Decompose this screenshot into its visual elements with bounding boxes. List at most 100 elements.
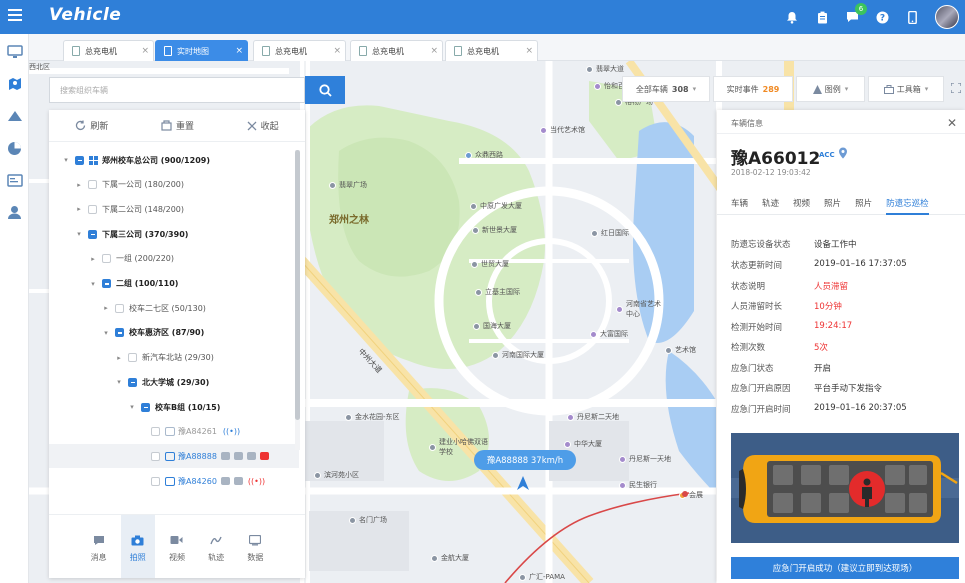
tree-checkbox[interactable] — [102, 254, 111, 264]
data-button[interactable]: 数据 — [238, 515, 272, 578]
mobile-icon[interactable] — [901, 6, 923, 28]
search-button[interactable] — [305, 76, 345, 104]
tree-node[interactable]: ▾ 下属三公司 (370/390) — [49, 222, 299, 246]
close-icon[interactable]: × — [141, 46, 149, 56]
video-button[interactable]: 视频 — [160, 515, 194, 578]
card-icon[interactable] — [0, 164, 29, 196]
tree-checkbox[interactable] — [88, 229, 97, 239]
chart-icon[interactable] — [0, 132, 29, 164]
tree-checkbox[interactable] — [115, 328, 124, 338]
user-icon[interactable] — [0, 196, 29, 228]
help-icon[interactable]: ? — [871, 6, 893, 28]
all-vehicles-filter[interactable]: 全部车辆 308 ▾ — [622, 76, 710, 102]
tab-charger-1[interactable]: 总充电机 × — [63, 40, 154, 61]
tree-checkbox[interactable] — [88, 180, 97, 190]
message-button[interactable]: 消息 — [82, 515, 116, 578]
tree-node[interactable]: ▾ 郑州校车总公司 (900/1209) — [49, 148, 299, 172]
tree-checkbox[interactable] — [128, 353, 137, 363]
chevron-down-icon[interactable]: ▾ — [115, 378, 123, 386]
vehicle-speed-bubble[interactable]: 豫A88888 37km/h — [474, 450, 576, 470]
chevron-down-icon[interactable]: ▾ — [89, 280, 97, 288]
toolbox-button[interactable]: 工具箱 ▾ — [868, 76, 944, 102]
avatar[interactable] — [935, 5, 959, 29]
tree-node[interactable]: ▸ 校车二七区 (50/130) — [49, 296, 299, 320]
tree-node[interactable]: ▾ 校车惠济区 (87/90) — [49, 321, 299, 345]
clipboard-icon[interactable] — [811, 6, 833, 28]
reset-button[interactable]: 重置 — [161, 119, 194, 132]
tab-video[interactable]: 视频 — [793, 187, 810, 215]
tree-checkbox[interactable] — [88, 204, 97, 214]
search-input[interactable]: 搜索组织车辆 — [49, 77, 305, 103]
tree-node[interactable]: ▾ 校车B组 (10/15) — [49, 395, 299, 419]
vehicle-row[interactable]: 豫A88888 — [49, 444, 299, 469]
tree-checkbox[interactable] — [115, 303, 124, 313]
tree-checkbox[interactable] — [128, 377, 137, 387]
tree-checkbox[interactable] — [75, 155, 84, 165]
tab-photo[interactable]: 照片 — [824, 187, 841, 215]
message-icon[interactable] — [220, 452, 230, 461]
chevron-right-icon[interactable]: ▸ — [89, 255, 97, 263]
close-icon[interactable]: ✕ — [947, 116, 957, 130]
alarm-icon[interactable] — [259, 452, 269, 461]
route-icon[interactable] — [0, 100, 29, 132]
tab-photo-2[interactable]: 照片 — [855, 187, 872, 215]
menu-icon[interactable] — [8, 9, 22, 23]
fullscreen-icon[interactable] — [950, 82, 962, 96]
track-button[interactable]: 轨迹 — [199, 515, 233, 578]
realtime-events-filter[interactable]: 实时事件 289 — [713, 76, 793, 102]
collapse-button[interactable]: 收起 — [247, 119, 279, 132]
camera-icon[interactable] — [233, 452, 243, 461]
refresh-button[interactable]: 刷新 — [75, 119, 108, 132]
close-icon[interactable]: × — [525, 46, 533, 56]
poi-label: 翡翠广场 — [339, 181, 367, 189]
chevron-down-icon[interactable]: ▾ — [102, 329, 110, 337]
close-icon[interactable]: × — [235, 46, 243, 56]
legend-button[interactable]: 图例 ▾ — [796, 76, 865, 102]
tree-node[interactable]: ▸ 一组 (200/220) — [49, 247, 299, 271]
camera-button[interactable]: 拍照 — [120, 515, 155, 578]
close-icon[interactable]: × — [333, 46, 341, 56]
tree-checkbox[interactable] — [151, 476, 160, 486]
bell-icon[interactable] — [781, 6, 803, 28]
tab-track[interactable]: 轨迹 — [762, 187, 779, 215]
tab-realtime-map[interactable]: 实时地图 × — [155, 40, 248, 61]
close-icon[interactable]: × — [430, 46, 438, 56]
chevron-right-icon[interactable]: ▸ — [102, 304, 110, 312]
location-pin-icon[interactable] — [838, 147, 848, 159]
tree-node[interactable]: ▸ 新汽车北站 (29/30) — [49, 346, 299, 370]
chevron-down-icon[interactable]: ▾ — [75, 230, 83, 238]
tree-scrollbar[interactable] — [295, 150, 300, 450]
vehicle-row[interactable]: 豫A84261 ((•)) — [49, 420, 299, 444]
tree-checkbox[interactable] — [141, 402, 150, 412]
tab-anti-forget[interactable]: 防遗忘巡检 — [886, 187, 929, 215]
scrollbar-thumb[interactable] — [295, 150, 300, 420]
emergency-door-status-button[interactable]: 应急门开启成功（建议立即到达现场） — [731, 557, 959, 579]
tree-node[interactable]: ▾ 二组 (100/110) — [49, 272, 299, 296]
camera-icon[interactable] — [220, 477, 230, 486]
chevron-down-icon[interactable]: ▾ — [62, 156, 70, 164]
video-icon[interactable] — [233, 477, 243, 486]
chevron-right-icon[interactable]: ▸ — [75, 181, 83, 189]
tab-charger-2[interactable]: 总充电机 × — [253, 40, 346, 61]
video-icon[interactable] — [246, 452, 256, 461]
chevron-right-icon[interactable]: ▸ — [75, 205, 83, 213]
tree-node[interactable]: ▸ 下属二公司 (148/200) — [49, 197, 299, 221]
info-key: 状态更新时间 — [731, 261, 783, 271]
tab-charger-3[interactable]: 总充电机 × — [350, 40, 443, 61]
monitor-icon[interactable] — [0, 36, 29, 68]
vehicle-row[interactable]: 豫A84260 ((•)) — [49, 469, 299, 493]
action-label: 拍照 — [129, 553, 146, 562]
message-icon[interactable]: 6 — [841, 3, 867, 28]
chevron-right-icon[interactable]: ▸ — [115, 354, 123, 362]
svg-text:?: ? — [879, 13, 884, 23]
tree-checkbox[interactable] — [151, 427, 160, 437]
tree-checkbox[interactable] — [102, 279, 111, 288]
tree-checkbox[interactable] — [151, 451, 160, 461]
tree-node[interactable]: ▸ 下属一公司 (180/200) — [49, 173, 299, 197]
vehicle-marker-icon[interactable] — [516, 475, 530, 491]
tab-vehicle[interactable]: 车辆 — [731, 187, 748, 215]
map-icon[interactable] — [0, 68, 29, 100]
tree-node[interactable]: ▾ 北大学城 (29/30) — [49, 370, 299, 394]
tab-charger-4[interactable]: 总充电机 × — [445, 40, 538, 61]
chevron-down-icon[interactable]: ▾ — [128, 403, 136, 411]
